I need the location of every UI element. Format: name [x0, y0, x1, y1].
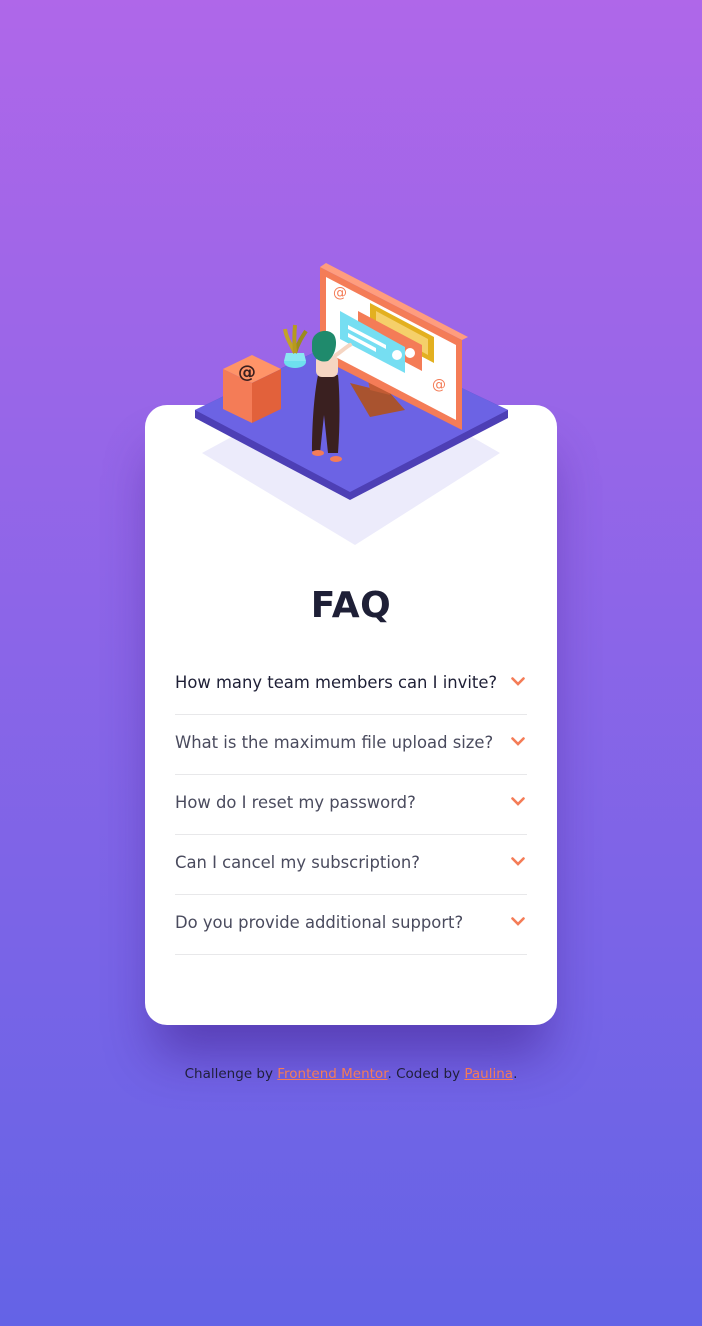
faq-question[interactable]: What is the maximum file upload size?	[175, 733, 493, 752]
frontend-mentor-link[interactable]: Frontend Mentor	[277, 1066, 387, 1082]
chevron-down-icon[interactable]	[511, 797, 525, 807]
faq-question[interactable]: Can I cancel my subscription?	[175, 853, 420, 872]
faq-question[interactable]: How do I reset my password?	[175, 793, 416, 812]
attribution-text: . Coded by	[387, 1066, 465, 1082]
author-link[interactable]: Paulina	[464, 1066, 513, 1082]
faq-item[interactable]: Can I cancel my subscription?	[175, 835, 527, 895]
attribution-text: .	[513, 1066, 518, 1082]
chevron-down-icon[interactable]	[511, 917, 525, 927]
chevron-down-icon[interactable]	[511, 737, 525, 747]
chevron-down-icon[interactable]	[511, 677, 525, 687]
faq-item[interactable]: How do I reset my password?	[175, 775, 527, 835]
faq-question[interactable]: How many team members can I invite?	[175, 673, 497, 692]
faq-item[interactable]: What is the maximum file upload size?	[175, 715, 527, 775]
faq-item[interactable]: How many team members can I invite?	[175, 655, 527, 715]
faq-item[interactable]: Do you provide additional support?	[175, 895, 527, 955]
faq-title: FAQ	[310, 585, 392, 626]
svg-text:@: @	[238, 362, 256, 383]
faq-question[interactable]: Do you provide additional support?	[175, 913, 463, 932]
attribution-text: Challenge by	[184, 1066, 278, 1082]
svg-text:@: @	[432, 377, 446, 393]
svg-text:@: @	[333, 285, 347, 301]
woman-at-computer-illustration: @ @ @	[195, 263, 508, 545]
chevron-down-icon[interactable]	[511, 857, 525, 867]
attribution: Challenge by Frontend Mentor. Coded by P…	[0, 1066, 702, 1082]
faq-list: How many team members can I invite? What…	[175, 655, 527, 955]
